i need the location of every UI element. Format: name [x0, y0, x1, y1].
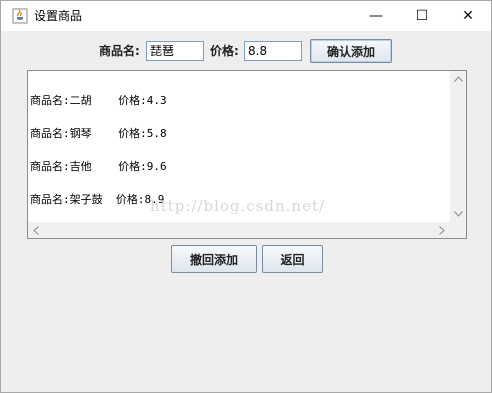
list-item: 商品名:吉他 价格:9.6: [30, 160, 167, 173]
close-button[interactable]: ✕: [445, 1, 491, 31]
chevron-up-icon[interactable]: [450, 71, 466, 87]
undo-add-button[interactable]: 撤回添加: [171, 245, 257, 273]
price-input[interactable]: 8.8: [244, 41, 302, 61]
minimize-icon: —: [369, 8, 383, 24]
scroll-corner: [450, 222, 466, 238]
title-bar[interactable]: 设置商品 — ☐ ✕: [1, 1, 491, 31]
window-title: 设置商品: [34, 9, 83, 23]
chevron-right-icon[interactable]: [434, 222, 450, 238]
chevron-left-icon[interactable]: [28, 222, 44, 238]
horizontal-scrollbar[interactable]: [28, 222, 450, 238]
maximize-button[interactable]: ☐: [399, 1, 445, 31]
back-button[interactable]: 返回: [262, 245, 323, 273]
list-item: 商品名:钢琴 价格:5.8: [30, 127, 167, 140]
goods-name-input[interactable]: 琵琶: [146, 41, 204, 61]
minimize-button[interactable]: —: [353, 1, 399, 31]
price-label: 价格:: [210, 44, 239, 58]
chevron-down-icon[interactable]: [450, 206, 466, 222]
confirm-add-button[interactable]: 确认添加: [310, 39, 392, 63]
close-icon: ✕: [462, 8, 474, 24]
set-goods-window: 设置商品 — ☐ ✕ 商品名: 琵琶 价格: 8.8 确认添加 商品名:二胡 价…: [0, 0, 492, 393]
maximize-icon: ☐: [415, 8, 429, 24]
goods-name-label: 商品名:: [99, 44, 140, 58]
vertical-scrollbar[interactable]: [450, 71, 466, 222]
java-coffee-icon: [12, 8, 28, 24]
goods-list-scrollpane: 商品名:二胡 价格:4.3 商品名:钢琴 价格:5.8 商品名:吉他 价格:9.…: [27, 70, 467, 239]
watermark: http://blog.csdn.net/: [150, 197, 326, 215]
list-item: 商品名:二胡 价格:4.3: [30, 94, 167, 107]
